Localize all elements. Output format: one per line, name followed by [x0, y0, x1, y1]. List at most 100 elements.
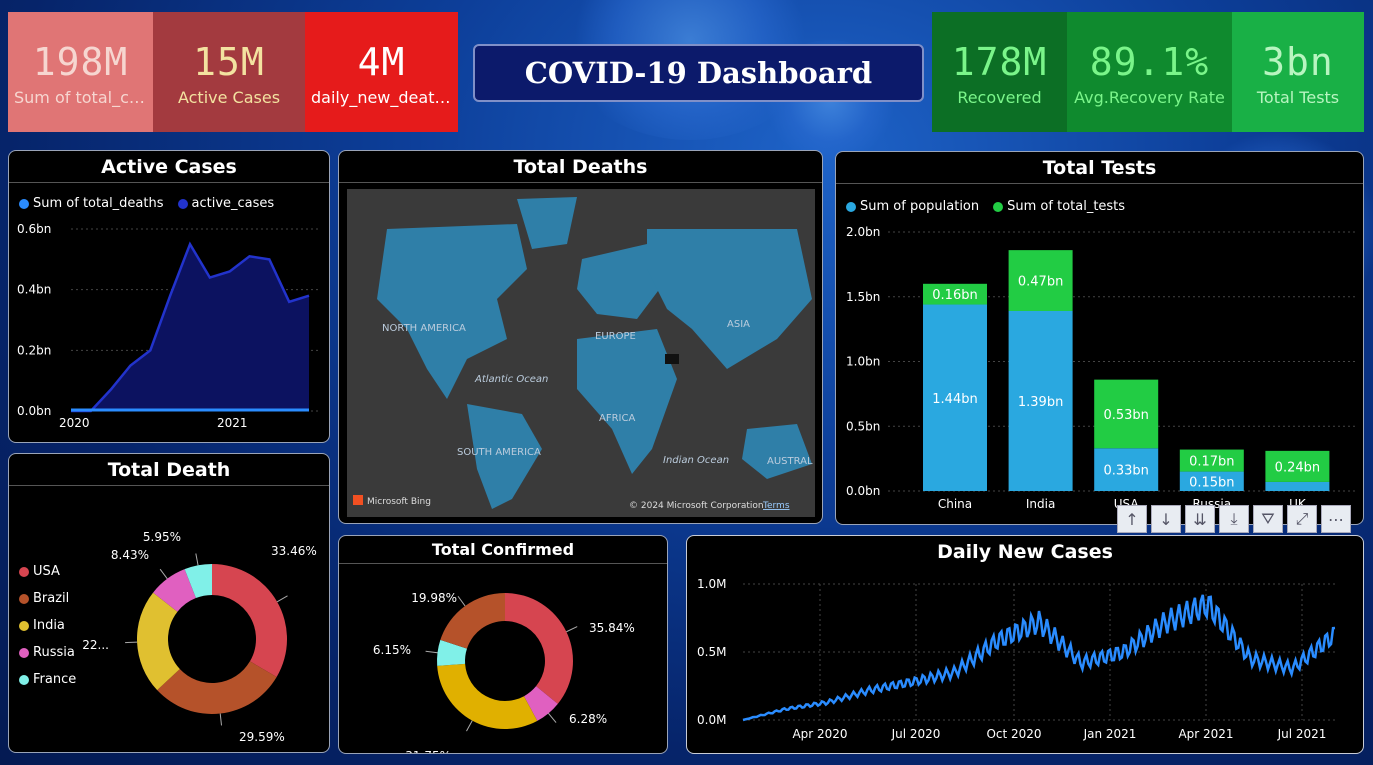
total-deaths-title: Total Deaths [339, 151, 822, 183]
y-tick-label: 0.0M [697, 713, 726, 727]
toolbar-button[interactable]: ⋯ [1321, 505, 1351, 533]
donut-data-label: 33.46% [271, 544, 317, 558]
kpi-label: daily_new_deaths [311, 88, 453, 107]
y-tick-label: 0.0bn [846, 484, 880, 498]
x-tick-label: India [1026, 497, 1055, 511]
total-confirmed-panel[interactable]: Total Confirmed 35.84% 6.28% 31.75% 6.15% 19… [338, 535, 668, 754]
donut-data-label: 19.98% [411, 591, 457, 605]
legend-dot [177, 198, 188, 209]
bar-data-label: 1.39bn [1018, 395, 1063, 410]
total-deaths-map-panel[interactable]: Total Deaths NORTH AMERICA EUROPE ASIA A… [338, 150, 823, 524]
y-tick-label: 1.0bn [846, 355, 880, 369]
donut-data-label: 8.43% [111, 548, 149, 562]
total-death-title: Total Death [9, 454, 329, 486]
donut-leader-line [466, 720, 473, 732]
y-tick-label: 0.4bn [17, 283, 51, 297]
legend-dot [846, 201, 856, 212]
map-label: Atlantic Ocean [474, 374, 548, 385]
daily-new-cases-title: Daily New Cases [937, 541, 1113, 563]
toolbar-button[interactable]: ↑ [1117, 505, 1147, 533]
map-greenland [517, 197, 577, 249]
donut-leader-line [548, 713, 557, 723]
total-confirmed-title: Total Confirmed [339, 536, 667, 564]
daily-new-cases-panel[interactable]: Daily New Cases 1.0M 0.5M 0.0M Apr 2020 Jul … [686, 535, 1364, 754]
donut-leader-line [125, 641, 138, 644]
donut-slice [505, 593, 573, 704]
visual-toolbar: ↑ ↓ ⇊ ⤓ ⛛ ⤢ ⋯ [1117, 505, 1351, 533]
map-north-america [377, 224, 527, 399]
kpi-card[interactable]: 3bn Total Tests [1232, 12, 1364, 132]
donut-data-label: 31.75% [405, 749, 451, 754]
donut-leader-line [159, 568, 168, 580]
donut-leader-line [425, 650, 438, 654]
map-australia [742, 424, 812, 479]
kpi-value: 15M [193, 40, 265, 84]
bar-data-label: 0.53bn [1103, 408, 1148, 423]
dashboard-title: COVID-19 Dashboard [473, 44, 924, 102]
bar-data-label: 0.17bn [1189, 455, 1234, 470]
legend-dot [19, 198, 29, 209]
kpi-value: 4M [357, 40, 406, 84]
map-label: SOUTH AMERICA [457, 447, 541, 458]
donut-data-label: 6.15% [373, 643, 411, 657]
toolbar-button[interactable]: ⛛ [1253, 505, 1283, 533]
donut-leader-line [276, 595, 288, 603]
toolbar-button[interactable]: ⇊ [1185, 505, 1215, 533]
y-tick-label: 2.0bn [846, 225, 880, 239]
toolbar-button[interactable]: ⤓ [1219, 505, 1249, 533]
donut-data-label: 35.84% [589, 621, 635, 635]
kpi-card[interactable]: 4M daily_new_deaths [305, 12, 458, 132]
donut-leader-line [566, 626, 578, 633]
total-tests-title: Total Tests [836, 152, 1363, 184]
bar-data-label: 0.47bn [1018, 275, 1063, 290]
x-tick-label: Apr 2021 [1178, 727, 1233, 741]
kpi-value: 89.1% [1089, 40, 1210, 84]
bar-data-label: 0.16bn [932, 288, 977, 303]
y-tick-label: 1.5bn [846, 290, 880, 304]
x-tick-label: Jan 2021 [1083, 727, 1137, 741]
legend-dot [993, 201, 1004, 212]
x-tick-label: Apr 2020 [792, 727, 847, 741]
bing-logo-icon [353, 495, 363, 505]
kpi-label: Avg.Recovery Rate [1074, 88, 1225, 107]
map-label: AFRICA [599, 413, 635, 424]
y-tick-label: 1.0M [697, 577, 726, 591]
kpi-card[interactable]: 178M Recovered [932, 12, 1067, 132]
total-death-panel[interactable]: Total Death USA Brazil India Russia France 3… [8, 453, 330, 753]
kpi-card[interactable]: 15M Active Cases [153, 12, 305, 132]
map-africa [577, 329, 677, 474]
legend-label: active_cases [191, 196, 275, 211]
toolbar-button[interactable]: ↓ [1151, 505, 1181, 533]
kpi-value: 178M [951, 40, 1048, 84]
toolbar-button[interactable]: ⤢ [1287, 505, 1317, 533]
donut-leader-line [219, 713, 223, 726]
x-tick-label: Jul 2021 [1277, 727, 1327, 741]
total-confirmed-donut-chart: 35.84% 6.28% 31.75% 6.15% 19.98% [373, 591, 635, 754]
kpi-card[interactable]: 198M Sum of total_co... [8, 12, 153, 132]
bar-data-label: 0.24bn [1275, 460, 1320, 475]
y-tick-label: 0.5M [697, 645, 726, 659]
x-tick-label: 2020 [59, 416, 90, 430]
kpi-label: Total Tests [1256, 88, 1340, 107]
daily-new-cases-chart: 1.0M 0.5M 0.0M Apr 2020 Jul 2020 Oct 2020 Jan … [697, 577, 1336, 741]
bing-label: Microsoft Bing [367, 497, 431, 507]
map-label: Indian Ocean [663, 455, 729, 466]
legend-label: Sum of total_deaths [33, 196, 164, 211]
y-tick-label: 0.5bn [846, 419, 880, 433]
donut-data-label: 29.59% [239, 730, 285, 744]
map-label: ASIA [727, 319, 750, 330]
map-label: NORTH AMERICA [382, 323, 466, 334]
active-cases-chart: 0.6bn 0.4bn 0.2bn 0.0bn 2020 2021 [17, 222, 321, 430]
bar-data-label: 0.33bn [1103, 464, 1148, 479]
y-tick-label: 0.0bn [17, 404, 51, 418]
active-cases-panel[interactable]: Active Cases Sum of total_deaths active_… [8, 150, 330, 443]
total-tests-panel[interactable]: Total Tests Sum of population Sum of tot… [835, 151, 1364, 525]
total-tests-chart: 2.0bn 1.5bn 1.0bn 0.5bn 0.0bn 1.44bn 0.16bn Chi… [846, 225, 1356, 511]
map-terms-link[interactable]: Terms [762, 501, 790, 511]
kpi-card[interactable]: 89.1% Avg.Recovery Rate [1067, 12, 1232, 132]
total-death-donut-chart: 33.46% 29.59% 22... 8.43% 5.95% [82, 530, 317, 744]
world-map[interactable]: NORTH AMERICA EUROPE ASIA Atlantic Ocean… [347, 189, 815, 517]
x-tick-label: Oct 2020 [986, 727, 1041, 741]
map-dark-patch [665, 354, 679, 364]
bar-population [1265, 481, 1330, 491]
